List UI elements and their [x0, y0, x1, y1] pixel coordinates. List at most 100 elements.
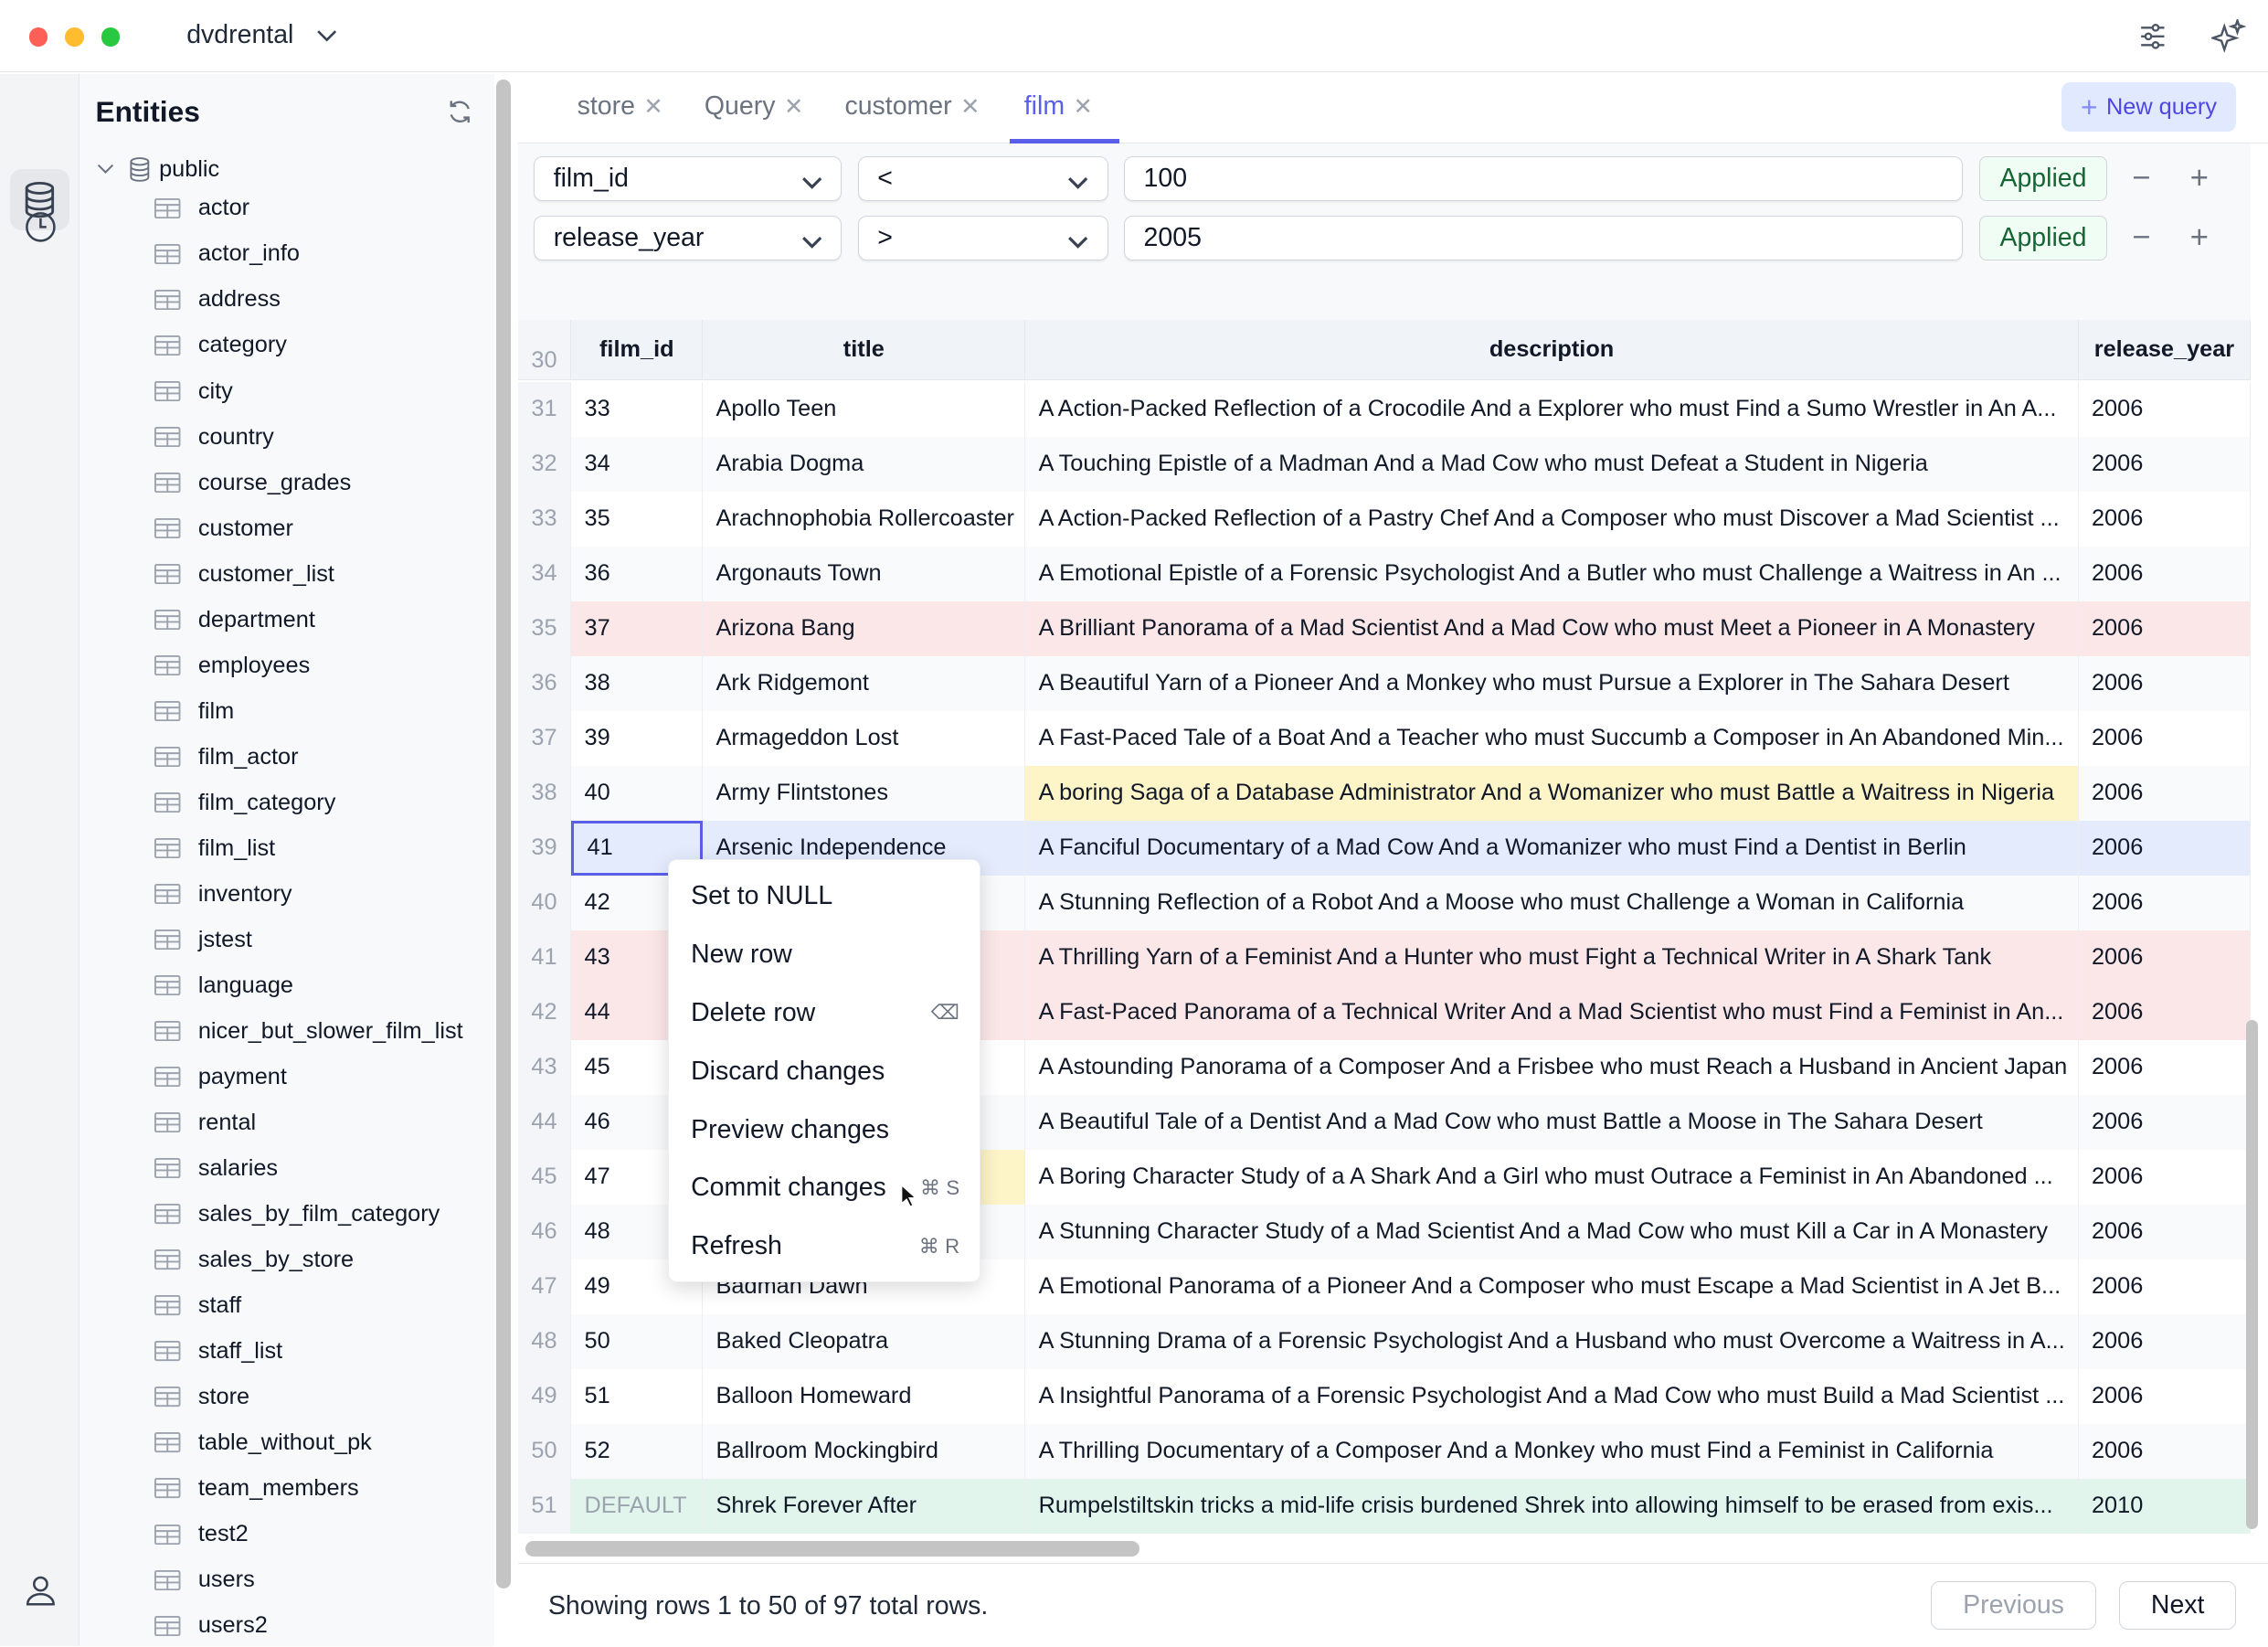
- sidebar-table-item[interactable]: test2: [154, 1513, 249, 1556]
- filter-operator-select[interactable]: <: [857, 155, 1108, 201]
- zoom-window-button[interactable]: [101, 27, 121, 47]
- cell-release_year[interactable]: 2006: [2079, 930, 2252, 985]
- sidebar-scrollbar[interactable]: [495, 80, 511, 1589]
- cell-title[interactable]: Arabia Dogma: [703, 436, 1026, 493]
- sidebar-table-item[interactable]: store: [154, 1376, 249, 1419]
- column-header-release_year[interactable]: release_year: [2078, 319, 2252, 381]
- remove-filter-button[interactable]: −: [2132, 221, 2150, 253]
- sidebar-table-item[interactable]: nicer_but_slower_film_list: [154, 1010, 463, 1053]
- sidebar-table-item[interactable]: customer: [154, 506, 293, 549]
- new-query-button[interactable]: + New query: [2061, 82, 2237, 133]
- cell-film_id[interactable]: 51: [571, 1368, 704, 1424]
- filter-column-select[interactable]: release_year: [534, 215, 843, 260]
- refresh-icon[interactable]: [447, 99, 472, 124]
- cell-title[interactable]: Ark Ridgemont: [703, 655, 1026, 712]
- sidebar-table-item[interactable]: film: [154, 689, 234, 732]
- close-tab-icon[interactable]: ✕: [643, 92, 662, 121]
- sidebar-table-item[interactable]: salaries: [154, 1147, 278, 1190]
- cell-film_id[interactable]: 35: [571, 491, 704, 547]
- table-row[interactable]: 36 38 Ark Ridgemont A Beautiful Yarn of a P…: [517, 655, 2252, 712]
- cell-description[interactable]: A Stunning Drama of a Forensic Psycholog…: [1025, 1313, 2079, 1369]
- cell-description[interactable]: A Emotional Epistle of a Forensic Psycho…: [1025, 546, 2079, 602]
- cell-release_year[interactable]: 2006: [2079, 1368, 2252, 1424]
- table-row[interactable]: 51 DEFAULT Shrek Forever After Rumpelstilts…: [517, 1478, 2252, 1534]
- cell-film_id[interactable]: 34: [571, 436, 704, 493]
- sidebar-table-item[interactable]: film_list: [154, 827, 275, 870]
- sidebar-table-item[interactable]: table_without_pk: [154, 1421, 372, 1464]
- cell-release_year[interactable]: 2006: [2079, 546, 2252, 602]
- cell-title[interactable]: Ballroom Mockingbird: [703, 1423, 1026, 1479]
- cell-description[interactable]: A Astounding Panorama of a Composer And …: [1025, 1039, 2079, 1095]
- vertical-scrollbar[interactable]: [2246, 1020, 2259, 1530]
- sidebar-table-item[interactable]: country: [154, 415, 274, 458]
- filter-column-select[interactable]: film_id: [534, 155, 843, 201]
- menu-item-set-to-null[interactable]: Set to NULL: [691, 870, 959, 922]
- column-header-film_id[interactable]: film_id: [571, 319, 704, 381]
- cell-title[interactable]: Argonauts Town: [703, 546, 1026, 602]
- sliders-icon[interactable]: [2138, 22, 2167, 51]
- sidebar-table-item[interactable]: film_category: [154, 781, 335, 824]
- close-tab-icon[interactable]: ✕: [1074, 92, 1093, 121]
- cell-description[interactable]: A Fanciful Documentary of a Mad Cow And …: [1025, 820, 2079, 876]
- sidebar-table-item[interactable]: jstest: [154, 919, 252, 962]
- cell-release_year[interactable]: 2006: [2079, 381, 2252, 438]
- filter-operator-select[interactable]: >: [857, 215, 1108, 260]
- sidebar-table-item[interactable]: department: [154, 598, 315, 641]
- cell-release_year[interactable]: 2006: [2079, 820, 2252, 876]
- cell-release_year[interactable]: 2006: [2079, 1039, 2252, 1095]
- cell-description[interactable]: Rumpelstiltskin tricks a mid-life crisis…: [1025, 1478, 2079, 1534]
- cell-description[interactable]: A Thrilling Documentary of a Composer An…: [1025, 1423, 2079, 1479]
- close-window-button[interactable]: [28, 27, 48, 47]
- cell-title[interactable]: Arizona Bang: [703, 600, 1026, 657]
- menu-item-preview-changes[interactable]: Preview changes: [691, 1104, 959, 1156]
- sidebar-table-item[interactable]: course_grades: [154, 461, 351, 504]
- table-row[interactable]: 32 34 Arabia Dogma A Touching Epistle of a …: [517, 436, 2252, 493]
- cell-release_year[interactable]: 2006: [2079, 1313, 2252, 1369]
- column-header-title[interactable]: title: [703, 319, 1026, 381]
- sidebar-table-item[interactable]: film_actor: [154, 735, 299, 778]
- tab-store[interactable]: store ✕: [578, 91, 663, 122]
- filter-applied-badge[interactable]: Applied: [1978, 215, 2108, 260]
- cell-release_year[interactable]: 2006: [2079, 765, 2252, 821]
- cell-title[interactable]: Shrek Forever After: [703, 1478, 1026, 1534]
- cell-description[interactable]: A Fast-Paced Panorama of a Technical Wri…: [1025, 984, 2079, 1040]
- cell-release_year[interactable]: 2006: [2079, 655, 2252, 712]
- cell-description[interactable]: A Stunning Character Study of a Mad Scie…: [1025, 1204, 2079, 1259]
- cell-release_year[interactable]: 2006: [2079, 1094, 2252, 1150]
- sidebar-table-item[interactable]: employees: [154, 643, 310, 686]
- cell-release_year[interactable]: 2006: [2079, 875, 2252, 930]
- table-row[interactable]: 31 33 Apollo Teen A Action-Packed Reflectio…: [517, 381, 2252, 438]
- sidebar-table-item[interactable]: staff: [154, 1284, 241, 1327]
- table-row[interactable]: 48 50 Baked Cleopatra A Stunning Drama of a…: [517, 1313, 2252, 1369]
- column-header-description[interactable]: description: [1025, 319, 2079, 381]
- cell-release_year[interactable]: 2006: [2079, 491, 2252, 547]
- add-filter-button[interactable]: +: [2190, 162, 2209, 194]
- cell-description[interactable]: A Touching Epistle of a Madman And a Mad…: [1025, 436, 2079, 493]
- cell-release_year[interactable]: 2006: [2079, 1149, 2252, 1205]
- table-row[interactable]: 38 40 Army Flintstones A boring Saga of a D…: [517, 765, 2252, 821]
- sidebar-table-item[interactable]: actor: [154, 186, 249, 229]
- cell-film_id[interactable]: 38: [571, 655, 704, 712]
- sidebar-table-item[interactable]: actor_info: [154, 232, 300, 275]
- menu-item-delete-row[interactable]: Delete row ⌫: [691, 987, 959, 1039]
- cell-release_year[interactable]: 2006: [2079, 1204, 2252, 1259]
- close-tab-icon[interactable]: ✕: [960, 92, 980, 121]
- table-row[interactable]: 50 52 Ballroom Mockingbird A Thrilling Docu…: [517, 1423, 2252, 1479]
- cell-title[interactable]: Apollo Teen: [703, 381, 1026, 438]
- cell-release_year[interactable]: 2010: [2079, 1478, 2252, 1534]
- remove-filter-button[interactable]: −: [2132, 162, 2150, 194]
- cell-film_id[interactable]: 33: [571, 381, 704, 438]
- database-switcher[interactable]: dvdrental: [186, 20, 338, 50]
- cell-film_id[interactable]: 37: [571, 600, 704, 657]
- horizontal-scrollbar[interactable]: [525, 1540, 1140, 1557]
- menu-item-commit-changes[interactable]: Commit changes ⌘ S: [691, 1162, 959, 1214]
- sidebar-table-item[interactable]: team_members: [154, 1467, 359, 1510]
- filter-value-input[interactable]: 2005: [1123, 215, 1964, 260]
- cell-title[interactable]: Armageddon Lost: [703, 710, 1026, 766]
- sidebar-table-item[interactable]: customer_list: [154, 552, 334, 595]
- sidebar-table-item[interactable]: city: [154, 369, 233, 412]
- sidebar-table-item[interactable]: address: [154, 278, 281, 321]
- cell-title[interactable]: Arachnophobia Rollercoaster: [703, 491, 1026, 547]
- cell-description[interactable]: A Action-Packed Reflection of a Crocodil…: [1025, 381, 2079, 438]
- cell-release_year[interactable]: 2006: [2079, 436, 2252, 493]
